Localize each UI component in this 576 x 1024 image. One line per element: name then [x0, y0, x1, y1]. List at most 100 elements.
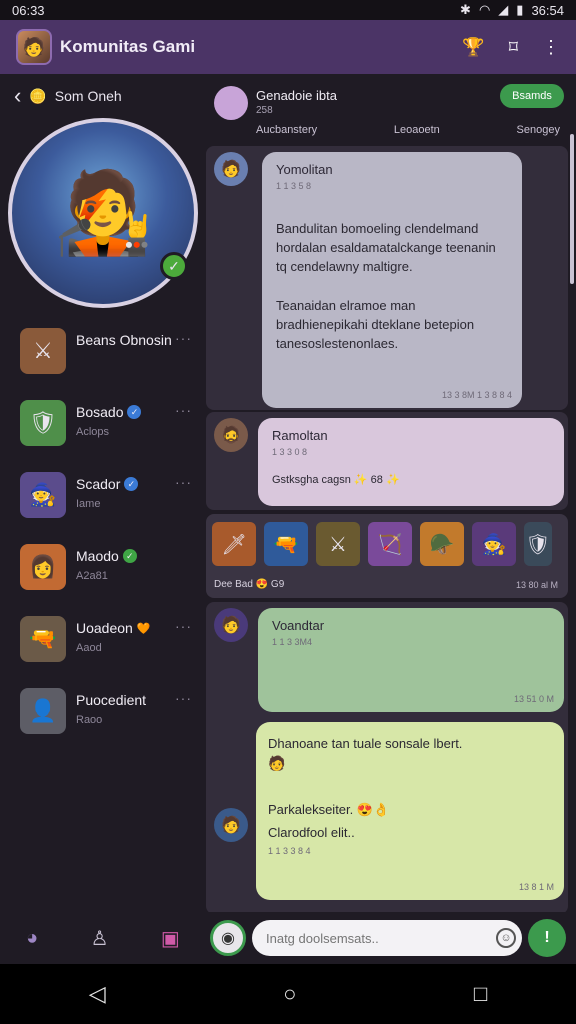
- sender-avatar[interactable]: 🧑: [214, 152, 248, 186]
- message-footer: 13 80 al M: [515, 580, 558, 590]
- status-bar: 06:33 ✱ ◠ ◢ ▮ 36:54: [0, 0, 576, 20]
- sender-name: Yomolitan: [276, 162, 333, 177]
- emoji-icon[interactable]: ☺: [496, 928, 516, 948]
- more-dots-icon[interactable]: ···: [175, 400, 192, 418]
- message-bubble[interactable]: Dhanoane tan tuale sonsale lbert. 🧑 Park…: [256, 722, 564, 900]
- group-member-count: 258: [256, 105, 273, 116]
- contact-name: Puocedient: [76, 692, 147, 708]
- message-footer: 13 51 0 M: [513, 694, 554, 704]
- avatar: 👩: [20, 544, 66, 590]
- join-button[interactable]: Bsamds: [500, 84, 564, 108]
- verified-badge-icon: ✓: [124, 477, 139, 491]
- home-nav-icon[interactable]: ○: [283, 981, 296, 1007]
- message-bubble[interactable]: Ramoltan 1 3 3 0 8 Gstksgha cagsn ✨ 68 ✨: [258, 418, 564, 506]
- sender-avatar[interactable]: 🧑: [214, 808, 248, 842]
- back-arrow-icon[interactable]: ‹: [14, 85, 21, 107]
- sender-name: Voandtar: [272, 618, 325, 633]
- sender-name: Ramoltan: [272, 428, 328, 443]
- message-time: 1 1 3 3M4: [272, 637, 313, 647]
- tab-about[interactable]: Aucbanstery: [256, 124, 317, 136]
- contact-name: Scador: [76, 476, 121, 492]
- message-text: Bandulitan bomoeling clendelmand hordala…: [276, 221, 496, 274]
- contact-item[interactable]: 👩 Maodo ✓ A2a81: [0, 544, 206, 616]
- contact-name: Bosado: [76, 404, 124, 420]
- status-time: 06:33: [12, 2, 45, 18]
- scrollbar[interactable]: [570, 134, 574, 284]
- contact-item[interactable]: 👤 Puocedient Raoo ···: [0, 688, 206, 760]
- message-time: 1 1 3 3 8 4: [268, 846, 311, 856]
- contact-sub: A2a81: [76, 570, 108, 582]
- message-text: Parkalekseiter. 😍👌: [268, 802, 390, 817]
- message-bubble[interactable]: Voandtar 1 1 3 3M4 13 51 0 M: [258, 608, 564, 712]
- message-text: Clarodfool elit..: [268, 825, 355, 840]
- back-nav-icon[interactable]: ◁: [89, 981, 106, 1007]
- sender-avatar[interactable]: 🧔: [214, 418, 248, 452]
- more-dots-icon[interactable]: ···: [175, 328, 192, 346]
- more-dots-icon[interactable]: ···: [175, 616, 192, 634]
- game-tile[interactable]: 🗡: [212, 522, 256, 566]
- more-dots-icon[interactable]: ···: [175, 472, 192, 490]
- game-tile[interactable]: 🧙: [472, 522, 516, 566]
- message-time: 1 1 3 5 8: [276, 181, 312, 191]
- battery-icon: ▮: [516, 2, 524, 17]
- message-footer: 13 3 8M 1 3 8 8 4: [441, 390, 512, 400]
- verified-badge-icon: ✓: [122, 549, 137, 563]
- contact-item[interactable]: 🧙 Scador ✓ Iame ···: [0, 472, 206, 544]
- contact-item[interactable]: ⚔ Beans Obnosin ···: [0, 328, 206, 400]
- heart-badge-icon: 🧡: [136, 622, 151, 635]
- message-bubble[interactable]: Yomolitan 1 1 3 5 8 Bandulitan bomoeling…: [262, 152, 522, 408]
- app-bar: 🧑 Komunitas Gami 🏆 ⌑ ⋮: [0, 20, 576, 74]
- tab-settings[interactable]: Senogey: [517, 124, 560, 136]
- avatar: ⚔: [20, 328, 66, 374]
- avatar: 🔫: [20, 616, 66, 662]
- coin-icon: 🪙: [29, 87, 47, 104]
- message-list: 🧑 Yomolitan 1 1 3 5 8 Bandulitan bomoeli…: [206, 146, 568, 914]
- message-text: Dhanoane tan tuale sonsale lbert.: [268, 736, 463, 751]
- wifi-icon: ◠: [478, 2, 491, 17]
- bookmark-icon[interactable]: ⌑: [509, 37, 518, 58]
- app-title: Komunitas Gami: [60, 37, 196, 56]
- back-label: Som Oneh: [54, 88, 122, 104]
- game-tile[interactable]: 🪖: [420, 522, 464, 566]
- game-tile[interactable]: 🛡: [524, 522, 552, 566]
- bottom-tab-bar: ◕ ♙ ▣: [0, 912, 206, 964]
- more-icon[interactable]: ⋮: [542, 37, 560, 58]
- contact-name: Maodo: [76, 548, 119, 564]
- home-icon[interactable]: ◕: [26, 927, 38, 950]
- verified-badge-icon: ✓: [127, 405, 142, 419]
- contact-sub: Raoo: [76, 714, 103, 726]
- back-row[interactable]: ‹ 🪙 Som Oneh: [0, 74, 206, 118]
- message-text: Gstksgha cagsn ✨ 68 ✨: [272, 474, 400, 486]
- message-input[interactable]: [252, 920, 522, 956]
- game-tile[interactable]: 🔫: [264, 522, 308, 566]
- contact-sub: Iame: [76, 498, 101, 510]
- game-tile[interactable]: ⚔: [316, 522, 360, 566]
- composer: ◉ ☺ !: [206, 912, 576, 964]
- more-dots-icon[interactable]: ···: [175, 688, 192, 706]
- app-logo[interactable]: 🧑: [16, 29, 52, 65]
- tab-members[interactable]: Leoaoetn: [394, 124, 440, 136]
- hero-avatar[interactable]: 🧑‍🎤 ✓: [8, 118, 198, 308]
- system-nav-bar: ◁ ○ □: [0, 964, 576, 1024]
- recents-nav-icon[interactable]: □: [474, 981, 487, 1007]
- contact-item[interactable]: 🔫 Uoadeon 🧡 Aaod ···: [0, 616, 206, 688]
- hero-character-icon: 🧑‍🎤: [53, 168, 153, 257]
- profile-icon[interactable]: ♙: [91, 926, 109, 951]
- camera-icon[interactable]: ◉: [210, 920, 246, 956]
- avatar-emoji-icon: 🧑: [268, 755, 286, 771]
- group-avatar[interactable]: [214, 86, 248, 120]
- send-button[interactable]: !: [528, 919, 566, 957]
- game-tile[interactable]: 🏹: [368, 522, 412, 566]
- contact-list: ⚔ Beans Obnosin ··· 🛡 Bosado ✓ Aclops ···…: [0, 328, 206, 760]
- avatar: 👤: [20, 688, 66, 734]
- sender-avatar[interactable]: 🧑: [214, 608, 248, 642]
- trophy-icon[interactable]: 🏆: [462, 37, 484, 58]
- chat-icon[interactable]: ▣: [161, 926, 180, 951]
- message-text: Teanaidan elramoe man bradhienepikahi dt…: [276, 298, 475, 351]
- contact-item[interactable]: 🛡 Bosado ✓ Aclops ···: [0, 400, 206, 472]
- avatar: 🛡: [20, 400, 66, 446]
- tiles-caption: Dee Bad 😍 G9: [214, 579, 285, 590]
- game-tiles-panel: 🗡 🔫 ⚔ 🏹 🪖 🧙 🛡 Dee Bad 😍 G9 13 80 al M: [206, 514, 568, 598]
- left-panel: ‹ 🪙 Som Oneh 🧑‍🎤 ✓ ⚔ Beans Obnosin ··· 🛡…: [0, 74, 206, 912]
- bluetooth-icon: ✱: [460, 2, 471, 17]
